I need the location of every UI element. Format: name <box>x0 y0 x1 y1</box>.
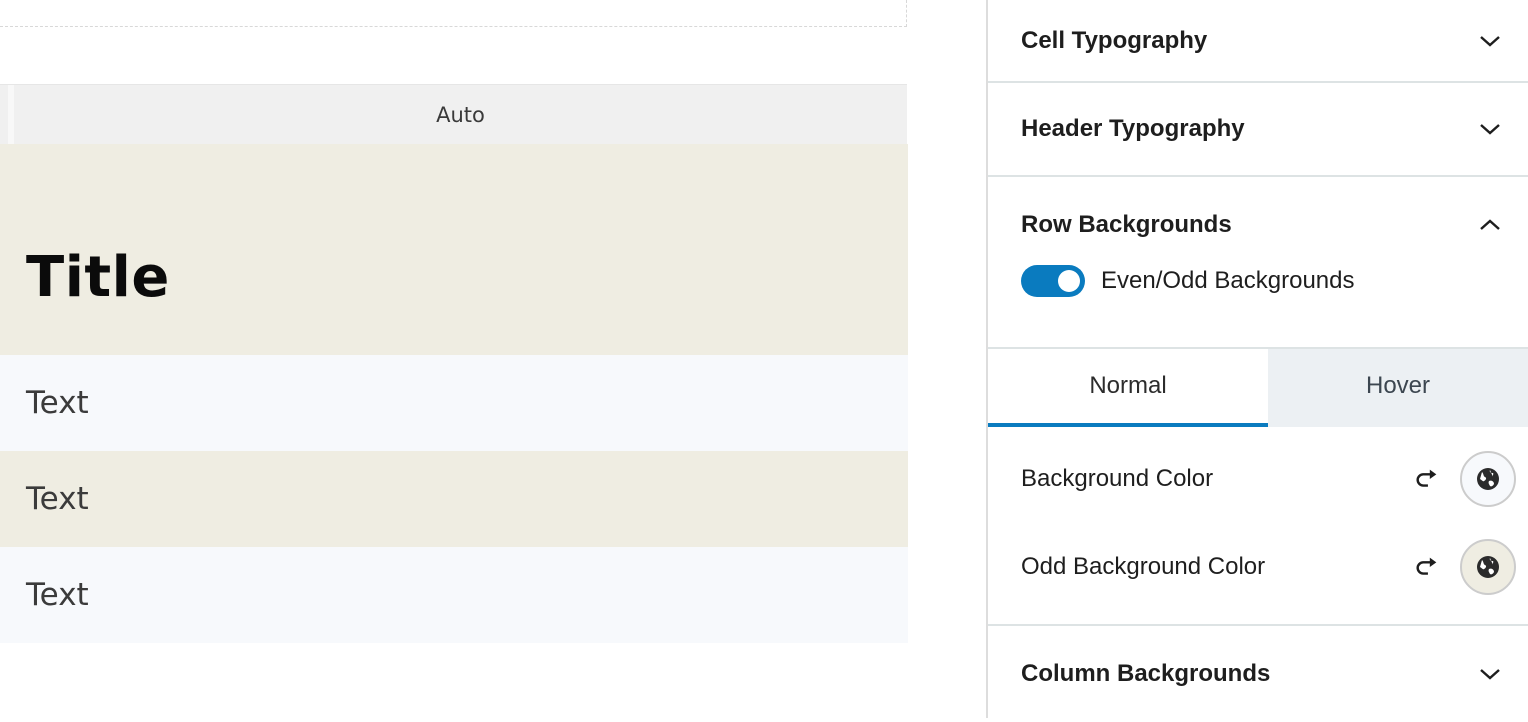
table-cell[interactable]: Text <box>26 385 89 421</box>
reset-arrow-icon[interactable] <box>1412 552 1442 582</box>
panel-row-backgrounds: Row Backgrounds Even/Odd Backgrounds <box>988 177 1528 349</box>
table-cell[interactable]: Text <box>26 481 89 517</box>
tab-hover[interactable]: Hover <box>1268 349 1528 427</box>
panel-toggle-cell-typography[interactable]: Cell Typography <box>988 0 1528 81</box>
table-row[interactable]: Text <box>0 451 908 547</box>
panel-toggle-row-backgrounds[interactable]: Row Backgrounds <box>988 177 1528 273</box>
even-odd-toggle-row: Even/Odd Backgrounds <box>988 265 1528 297</box>
toggle-label: Even/Odd Backgrounds <box>1101 267 1355 294</box>
chevron-up-icon[interactable] <box>1478 213 1502 237</box>
panel-toggle-column-backgrounds[interactable]: Column Backgrounds <box>988 626 1528 722</box>
odd-background-color-swatch[interactable] <box>1460 539 1516 595</box>
chevron-down-icon[interactable] <box>1478 29 1502 53</box>
background-color-swatch[interactable] <box>1460 451 1516 507</box>
table-header-cell[interactable]: Title <box>26 190 170 310</box>
tab-normal[interactable]: Normal <box>988 349 1268 427</box>
panel-toggle-header-typography[interactable]: Header Typography <box>988 83 1528 175</box>
background-color-setting: Background Color <box>988 449 1528 509</box>
column-size-bar[interactable]: Auto <box>0 84 907 145</box>
editor-canvas: Auto Title Text Text Text <box>0 0 987 718</box>
panel-title: Cell Typography <box>1021 26 1208 54</box>
column-size-label: Auto <box>436 103 485 127</box>
block-placeholder-outline[interactable] <box>0 0 907 27</box>
chevron-down-icon[interactable] <box>1478 117 1502 141</box>
table-row[interactable]: Text <box>0 355 908 451</box>
table-row[interactable]: Text <box>0 547 908 643</box>
panel-header-typography: Header Typography <box>988 83 1528 177</box>
settings-sidebar: Cell Typography Header Typography Row Ba… <box>986 0 1528 718</box>
even-odd-backgrounds-toggle[interactable] <box>1021 265 1085 297</box>
panel-title: Header Typography <box>1021 115 1245 142</box>
table-header-row[interactable]: Title <box>0 144 908 355</box>
globe-icon <box>1477 468 1499 490</box>
color-setting-label: Odd Background Color <box>1021 553 1266 580</box>
panel-cell-typography: Cell Typography <box>988 0 1528 83</box>
table-block[interactable]: Title Text Text Text <box>0 144 908 643</box>
panel-column-backgrounds: Column Backgrounds <box>988 626 1528 718</box>
globe-icon <box>1477 556 1499 578</box>
panel-title: Column Backgrounds <box>1021 660 1271 687</box>
odd-background-color-setting: Odd Background Color <box>988 537 1528 597</box>
toggle-knob <box>1058 270 1080 292</box>
chevron-down-icon[interactable] <box>1478 662 1502 686</box>
reset-arrow-icon[interactable] <box>1412 464 1442 494</box>
table-cell[interactable]: Text <box>26 577 89 613</box>
panel-title: Row Backgrounds <box>1021 211 1232 238</box>
state-tabs: Normal Hover <box>988 349 1528 427</box>
color-setting-label: Background Color <box>1021 465 1214 492</box>
